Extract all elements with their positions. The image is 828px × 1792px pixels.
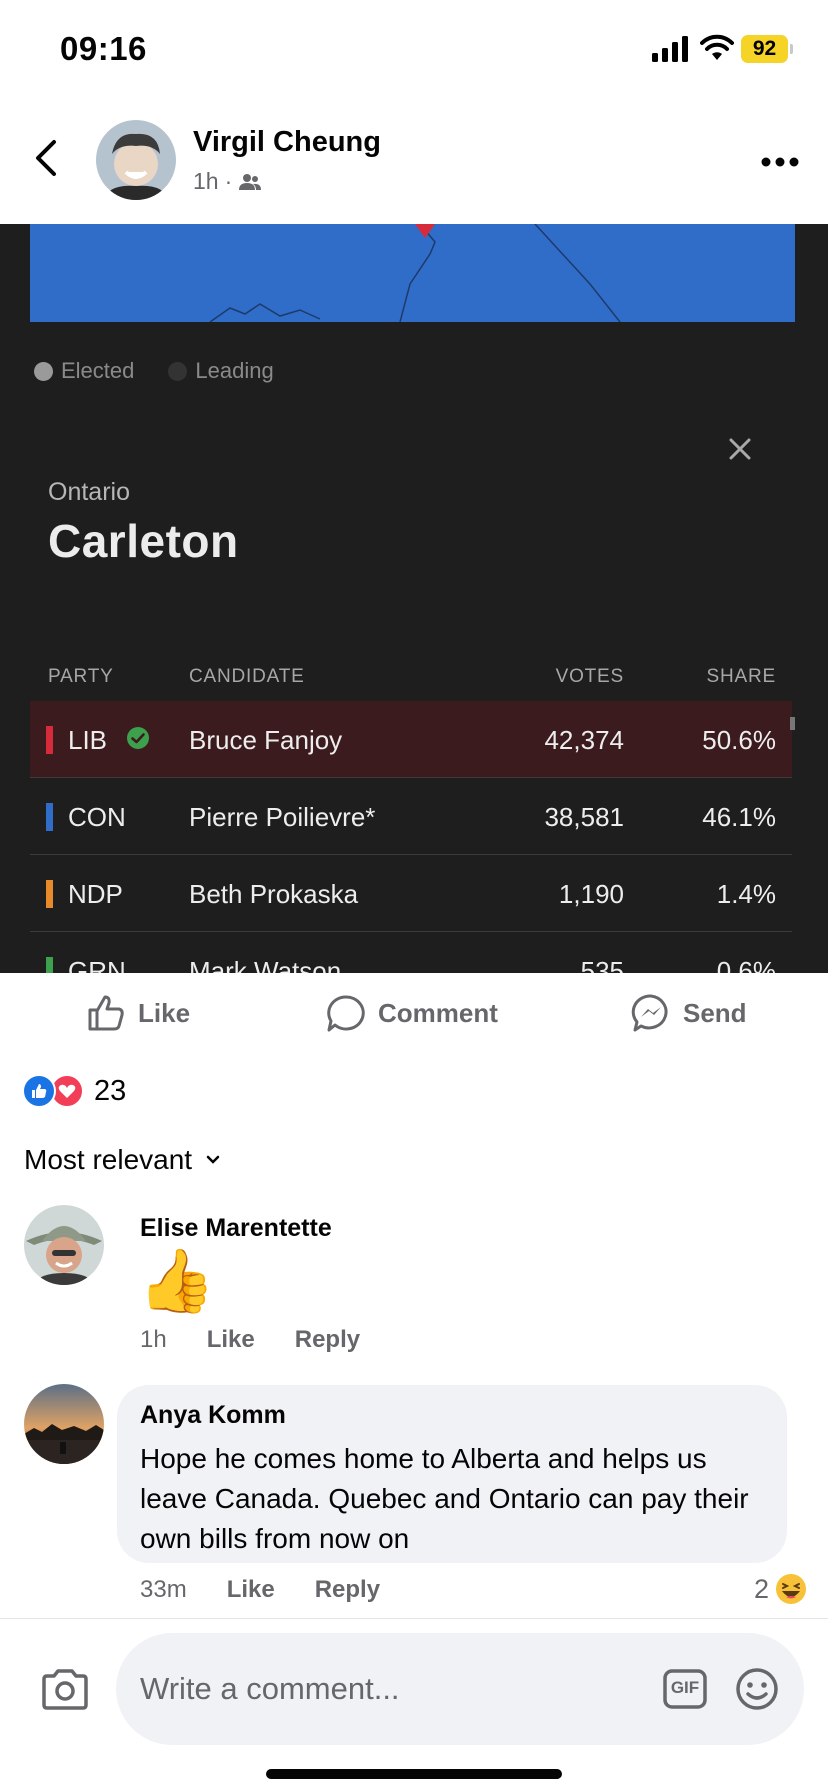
election-map <box>30 224 795 322</box>
meta-separator: · <box>224 168 233 194</box>
map-legend: Elected Leading <box>34 358 274 384</box>
party-cell: GRN <box>68 956 126 973</box>
friends-audience-icon <box>239 173 262 190</box>
riding-title: Carleton <box>48 515 239 567</box>
camera-icon[interactable] <box>40 1667 90 1711</box>
haha-reaction-icon <box>776 1574 807 1604</box>
share-cell: 46.1% <box>702 802 776 832</box>
elected-check-icon <box>127 727 149 749</box>
votes-cell: 42,374 <box>544 725 624 755</box>
like-button[interactable]: Like <box>86 993 190 1033</box>
comment-label: Comment <box>378 997 498 1028</box>
party-cell: LIB <box>68 725 108 755</box>
close-icon <box>729 438 751 460</box>
column-votes: VOTES <box>555 666 624 687</box>
comment-meta: 33m Like Reply <box>140 1576 380 1604</box>
legend-item-leading: Leading <box>168 358 274 384</box>
comment-reaction-number: 2 <box>754 1573 770 1604</box>
votes-cell: 1,190 <box>558 879 624 909</box>
back-arrow-icon[interactable] <box>30 136 64 180</box>
emoji-icon[interactable] <box>735 1667 779 1711</box>
comment-reply-button[interactable]: Reply <box>295 1326 360 1354</box>
legend-label: Leading <box>195 358 274 383</box>
comment-sort-dropdown[interactable]: Most relevant <box>24 1144 220 1176</box>
party-cell: CON <box>68 802 126 832</box>
commenter-avatar[interactable] <box>24 1384 104 1464</box>
comment-time: 1h <box>140 1326 167 1353</box>
messenger-icon <box>631 994 668 1032</box>
candidate-cell: Mark Watson <box>189 956 342 973</box>
post-actions: Like Comment Send <box>0 973 828 1055</box>
thumbs-up-icon <box>88 995 124 1031</box>
province-label: Ontario <box>48 478 130 506</box>
comment-bubble[interactable]: Anya Komm Hope he comes home to Alberta … <box>117 1385 787 1563</box>
comment-composer: GIF <box>0 1618 828 1792</box>
candidate-cell: Pierre Poilievre* <box>189 802 376 832</box>
gif-icon[interactable]: GIF <box>663 1669 707 1709</box>
party-cell: NDP <box>68 879 123 909</box>
comment-reply-button[interactable]: Reply <box>315 1576 380 1604</box>
battery-icon: 92 <box>741 35 793 63</box>
share-cell: 50.6% <box>702 725 776 755</box>
votes-cell: 535 <box>580 956 624 973</box>
post-image[interactable]: Elected Leading Ontario Carleton PARTY C… <box>0 224 828 973</box>
comment-reaction-count[interactable]: 2 <box>754 1573 807 1605</box>
comment-like-button[interactable]: Like <box>207 1326 255 1354</box>
comment-bubble-icon <box>327 995 365 1032</box>
post-time: 1h <box>193 168 219 194</box>
thumbs-up-emoji: 👍 <box>138 1247 216 1316</box>
legend-item-elected: Elected <box>34 358 134 384</box>
sort-label: Most relevant <box>24 1144 193 1175</box>
legend-leading-dot <box>168 361 188 381</box>
reactions-summary[interactable]: 23 <box>22 1074 126 1108</box>
table-row: CON Pierre Poilievre* 38,581 46.1% <box>30 778 792 855</box>
gif-label: GIF <box>670 1678 700 1697</box>
author-name[interactable]: Virgil Cheung <box>193 126 381 159</box>
status-bar: 09:16 92 <box>0 0 828 100</box>
chevron-down-icon <box>206 1155 220 1164</box>
home-indicator <box>266 1769 562 1779</box>
comment-text: Hope he comes home to Alberta and helps … <box>140 1443 749 1554</box>
column-party: PARTY <box>48 666 114 687</box>
table-scrollbar <box>790 717 795 730</box>
author-avatar[interactable] <box>96 120 176 200</box>
comment-time: 33m <box>140 1576 187 1603</box>
table-row: GRN Mark Watson 535 0.6% <box>30 932 792 973</box>
votes-cell: 38,581 <box>544 802 624 832</box>
more-options-icon[interactable] <box>760 156 800 168</box>
legend-elected-dot <box>34 361 53 381</box>
commenter-name[interactable]: Elise Marentette <box>140 1214 332 1243</box>
results-table-header: PARTY CANDIDATE VOTES SHARE <box>30 654 792 706</box>
share-cell: 1.4% <box>716 879 776 909</box>
table-row: NDP Beth Prokaska 1,190 1.4% <box>30 855 792 932</box>
status-time: 09:16 <box>60 30 147 67</box>
candidate-cell: Bruce Fanjoy <box>189 725 343 755</box>
party-color-bar <box>46 957 53 973</box>
commenter-avatar[interactable] <box>24 1205 104 1285</box>
like-reaction-icon <box>22 1074 56 1108</box>
party-color-bar <box>46 726 53 754</box>
post-meta: 1h · <box>193 168 262 195</box>
column-candidate: CANDIDATE <box>189 666 305 687</box>
like-label: Like <box>138 997 191 1028</box>
candidate-cell: Beth Prokaska <box>189 879 359 909</box>
commenter-name[interactable]: Anya Komm <box>140 1401 286 1430</box>
send-button[interactable]: Send <box>631 993 747 1033</box>
party-color-bar <box>46 880 53 908</box>
wifi-icon <box>700 34 734 60</box>
legend-label: Elected <box>61 358 135 383</box>
column-share: SHARE <box>706 666 776 687</box>
party-color-bar <box>46 803 53 831</box>
comment-meta: 1h Like Reply <box>140 1326 360 1354</box>
cellular-signal-icon <box>652 36 688 62</box>
send-label: Send <box>683 997 747 1028</box>
comment-button[interactable]: Comment <box>326 993 498 1033</box>
share-cell: 0.6% <box>716 956 776 973</box>
reaction-count: 23 <box>94 1074 127 1107</box>
comment-like-button[interactable]: Like <box>227 1576 275 1604</box>
battery-level: 92 <box>741 35 788 63</box>
post-header: Virgil Cheung 1h · <box>0 100 828 224</box>
table-row: LIB Bruce Fanjoy 42,374 50.6% <box>30 701 792 778</box>
